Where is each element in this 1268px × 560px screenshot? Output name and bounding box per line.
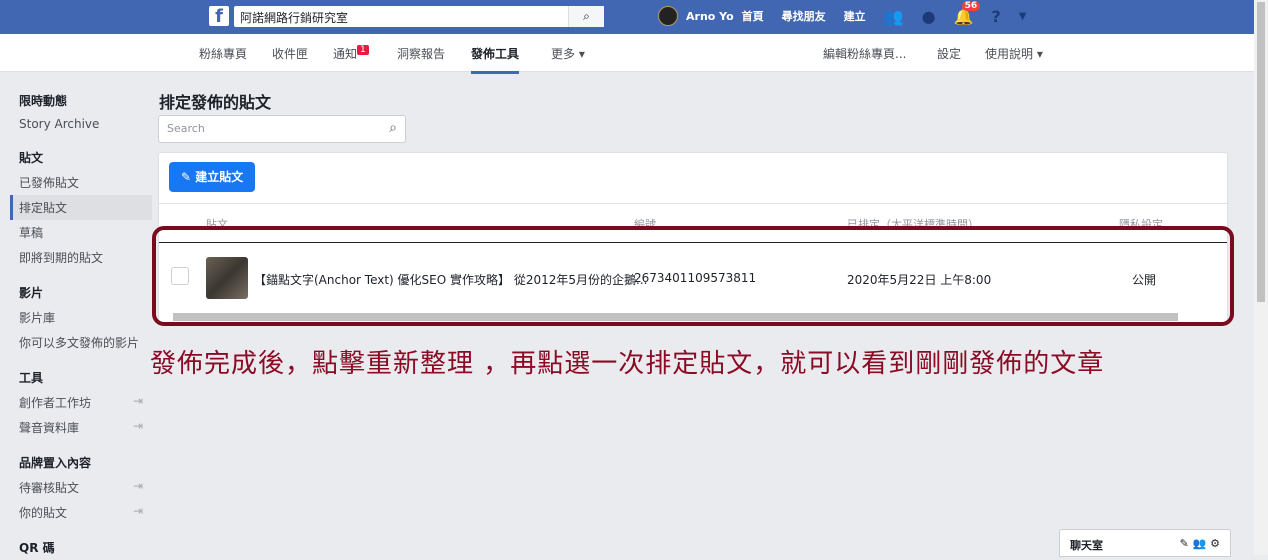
page-title: 排定發佈的貼文 [159, 93, 272, 112]
sidebar-item[interactable]: 已發佈貼文 [10, 170, 152, 195]
sidebar-item-label: 你的貼文 [19, 506, 68, 520]
chat-bar[interactable]: 聊天室 ✎ 👥 ⚙ [1059, 529, 1231, 557]
sidebar-item[interactable]: 待審核貼文 ⇥ [10, 475, 152, 500]
sidebar-item-label: 你可以多文發佈的影片 [19, 336, 140, 350]
sidebar-item[interactable]: 創作者工作坊 ⇥ [10, 390, 152, 415]
sidebar-item-label: 已發佈貼文 [19, 176, 80, 190]
posts-search-input[interactable]: Search ⌕ [158, 115, 406, 143]
external-icon: ⇥ [132, 394, 143, 408]
sidebar-heading: 品牌置入內容 [19, 456, 92, 470]
tab-more[interactable]: 更多 ▾ [551, 45, 585, 62]
sidebar-heading: QR 碼 [19, 541, 55, 555]
messenger-icon[interactable]: ● [922, 7, 936, 26]
external-icon: ⇥ [132, 479, 143, 493]
sidebar-item-label: Story Archive [19, 117, 100, 131]
sidebar-item[interactable]: 影片庫 [10, 305, 152, 330]
sidebar-heading: 限時動態 [19, 94, 68, 108]
tab-inbox[interactable]: 收件匣 [272, 45, 308, 62]
bell-icon[interactable]: 🔔 56 [954, 0, 981, 26]
sidebar-item[interactable]: 聲音資料庫 ⇥ [10, 415, 152, 440]
nav-create[interactable]: 建立 [844, 8, 866, 24]
external-icon: ⇥ [132, 504, 143, 518]
avatar[interactable] [658, 6, 678, 26]
sidebar-heading: 貼文 [19, 151, 44, 165]
page-nav: 粉絲專頁 收件匣 通知 1 洞察報告 發佈工具 更多 ▾ 編輯粉絲專頁... 設定… [0, 34, 1254, 74]
sidebar-item-label: 草稿 [19, 226, 44, 240]
external-icon: ⇥ [132, 419, 143, 433]
vertical-scrollbar[interactable] [1254, 0, 1268, 555]
search-icon[interactable]: ⌕ [568, 6, 604, 27]
annotation-text: 發佈完成後，點擊重新整理 ，再點選一次排定貼文，就可以看到剛剛發佈的文章 [150, 349, 1105, 379]
tab-publishing-tools[interactable]: 發佈工具 [471, 45, 520, 74]
sidebar-item[interactable]: 你可以多文發佈的影片 [10, 330, 152, 355]
friends-icon[interactable]: 👥 [884, 7, 904, 26]
create-post-button[interactable]: ✎ 建立貼文 [169, 162, 256, 192]
chat-icons[interactable]: ✎ 👥 ⚙ [1180, 537, 1220, 550]
top-bar: f 阿諾網路行銷研究室 ⌕ Arno Yo 首頁 尋找朋友 建立 👥 ● 🔔 56 … [0, 0, 1254, 34]
help-link[interactable]: 使用說明 ▾ [985, 45, 1043, 62]
facebook-logo-icon[interactable]: f [209, 6, 229, 27]
tab-insights[interactable]: 洞察報告 [397, 45, 445, 62]
sidebar: 限時動態 Story Archive 貼文已發佈貼文排定貼文草稿即將到期的貼文 影片影… [10, 78, 152, 560]
sidebar-item-label: 創作者工作坊 [19, 396, 92, 410]
search-input[interactable]: 阿諾網路行銷研究室 ⌕ [234, 6, 604, 27]
edit-page-link[interactable]: 編輯粉絲專頁... [823, 45, 906, 62]
sidebar-item-label: 即將到期的貼文 [19, 251, 104, 265]
settings-link[interactable]: 設定 [937, 45, 961, 62]
sidebar-item[interactable]: 即將到期的貼文 [10, 245, 152, 270]
sidebar-item[interactable]: 排定貼文 [10, 195, 152, 220]
nav-find-friends[interactable]: 尋找朋友 [782, 8, 826, 24]
profile-link[interactable]: Arno Yo [686, 10, 734, 23]
help-icon[interactable]: ? [991, 7, 1000, 26]
notification-badge: 1 [357, 45, 369, 55]
sidebar-item-label: 影片庫 [19, 311, 56, 325]
sidebar-heading: 影片 [19, 286, 44, 300]
tab-notifications[interactable]: 通知 1 [333, 45, 369, 62]
chevron-down-icon[interactable]: ▼ [1019, 11, 1027, 22]
sidebar-item-label: 排定貼文 [19, 201, 68, 215]
nav-home[interactable]: 首頁 [742, 8, 764, 24]
highlight-box [152, 226, 1234, 326]
search-icon[interactable]: ⌕ [389, 120, 397, 136]
sidebar-item-label: 待審核貼文 [19, 481, 80, 495]
sidebar-item-label: 聲音資料庫 [19, 421, 80, 435]
sidebar-item[interactable]: 你的貼文 ⇥ [10, 500, 152, 525]
sidebar-item[interactable]: 草稿 [10, 220, 152, 245]
notification-badge: 56 [961, 0, 981, 11]
sidebar-item[interactable]: Story Archive [10, 113, 152, 135]
sidebar-heading: 工具 [19, 371, 44, 385]
tab-page[interactable]: 粉絲專頁 [199, 45, 247, 62]
